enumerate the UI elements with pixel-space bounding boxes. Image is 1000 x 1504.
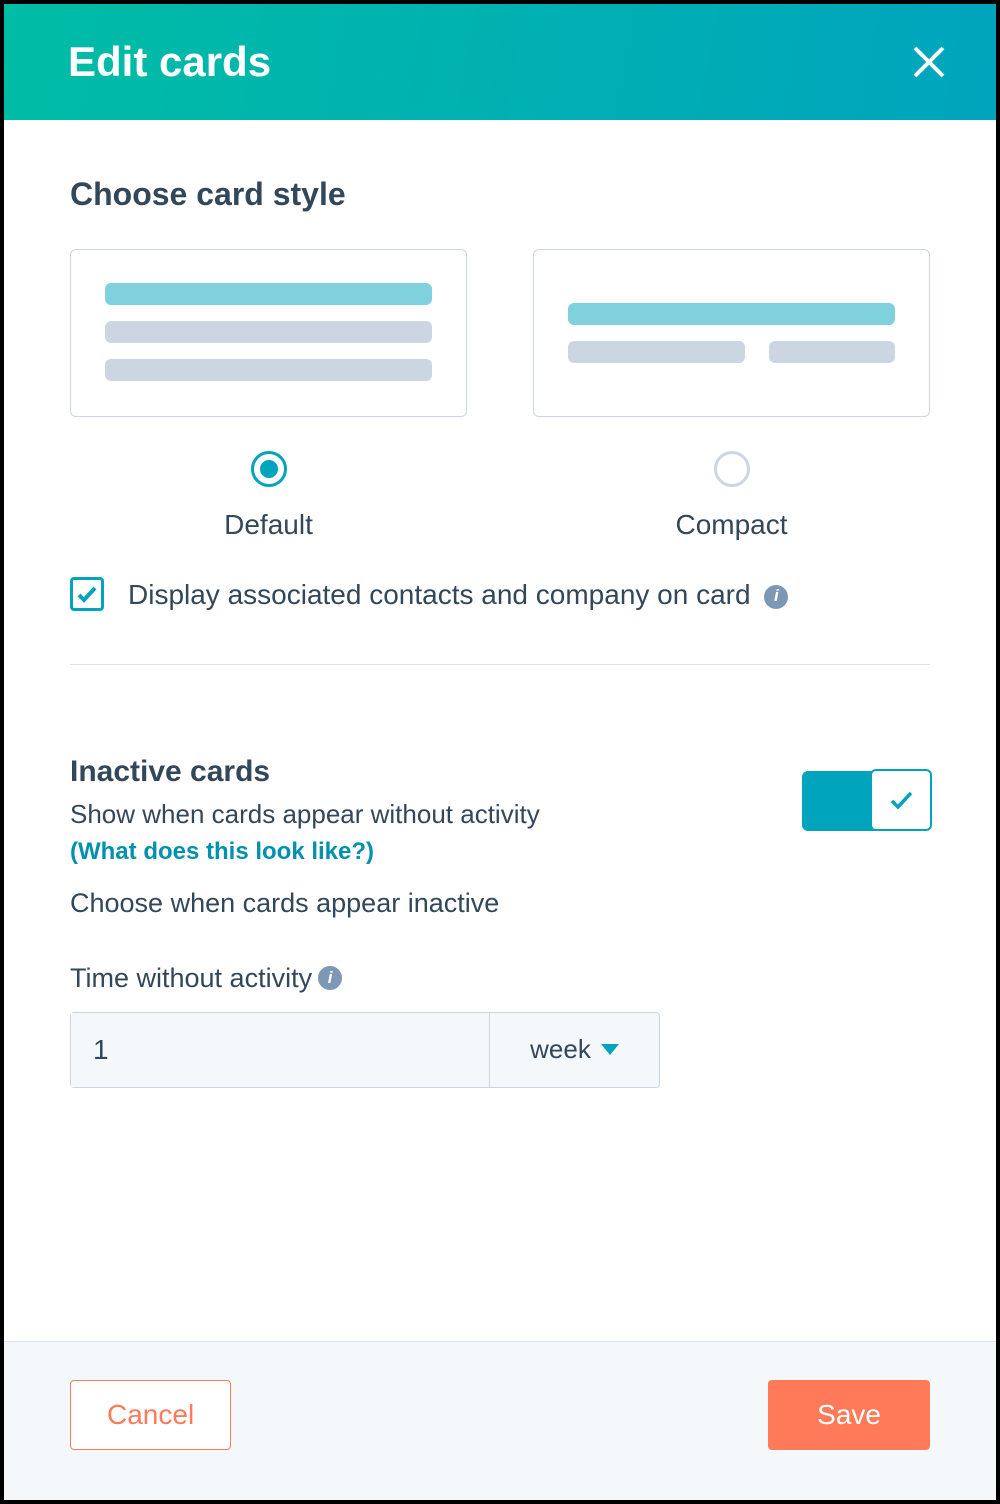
radio-compact-label: Compact bbox=[675, 509, 787, 541]
time-without-activity-control: week bbox=[70, 1012, 660, 1088]
modal-content: Choose card style Default bbox=[4, 120, 996, 1341]
card-style-compact[interactable]: Compact bbox=[533, 249, 930, 541]
modal-header: Edit cards bbox=[4, 4, 996, 120]
display-associated-text: Display associated contacts and company … bbox=[128, 579, 751, 610]
inactive-cards-title: Inactive cards bbox=[70, 755, 802, 789]
info-icon[interactable]: i bbox=[318, 966, 342, 990]
check-icon bbox=[886, 785, 916, 815]
caret-down-icon bbox=[601, 1044, 619, 1055]
edit-cards-modal: Edit cards Choose card style Default bbox=[0, 0, 1000, 1504]
duration-unit-select[interactable]: week bbox=[489, 1013, 659, 1087]
inactive-toggle[interactable] bbox=[802, 771, 930, 831]
preview-bar bbox=[105, 321, 432, 343]
what-does-this-look-like-link[interactable]: (What does this look like?) bbox=[70, 838, 802, 866]
preview-bar bbox=[568, 303, 895, 325]
preview-bar bbox=[769, 341, 895, 363]
check-icon bbox=[75, 582, 99, 606]
display-associated-checkbox[interactable] bbox=[70, 577, 104, 611]
preview-bar bbox=[105, 283, 432, 305]
time-without-activity-label: Time without activity i bbox=[70, 963, 930, 994]
preview-bar bbox=[105, 359, 432, 381]
duration-unit-label: week bbox=[530, 1034, 591, 1065]
card-style-default[interactable]: Default bbox=[70, 249, 467, 541]
card-style-options: Default Compact bbox=[70, 249, 930, 541]
display-associated-label: Display associated contacts and company … bbox=[128, 575, 788, 616]
inactive-cards-subtitle: Show when cards appear without activity bbox=[70, 799, 802, 830]
radio-compact[interactable] bbox=[714, 451, 750, 487]
inactive-header-row: Inactive cards Show when cards appear wi… bbox=[70, 755, 930, 866]
close-icon bbox=[911, 44, 947, 80]
default-preview bbox=[70, 249, 467, 417]
duration-value-input[interactable] bbox=[71, 1013, 489, 1087]
close-button[interactable] bbox=[906, 39, 952, 85]
save-button[interactable]: Save bbox=[768, 1380, 930, 1450]
radio-default[interactable] bbox=[251, 451, 287, 487]
cancel-button[interactable]: Cancel bbox=[70, 1380, 231, 1450]
card-style-heading: Choose card style bbox=[70, 176, 930, 213]
twa-text: Time without activity bbox=[70, 963, 312, 994]
info-icon[interactable]: i bbox=[764, 585, 788, 609]
compact-preview bbox=[533, 249, 930, 417]
inactive-cards-section: Inactive cards Show when cards appear wi… bbox=[70, 755, 930, 1088]
toggle-knob bbox=[870, 769, 932, 831]
display-associated-row: Display associated contacts and company … bbox=[70, 575, 930, 665]
preview-bar bbox=[568, 341, 745, 363]
modal-title: Edit cards bbox=[68, 38, 271, 86]
choose-when-text: Choose when cards appear inactive bbox=[70, 888, 930, 919]
modal-footer: Cancel Save bbox=[4, 1341, 996, 1500]
radio-default-label: Default bbox=[224, 509, 313, 541]
